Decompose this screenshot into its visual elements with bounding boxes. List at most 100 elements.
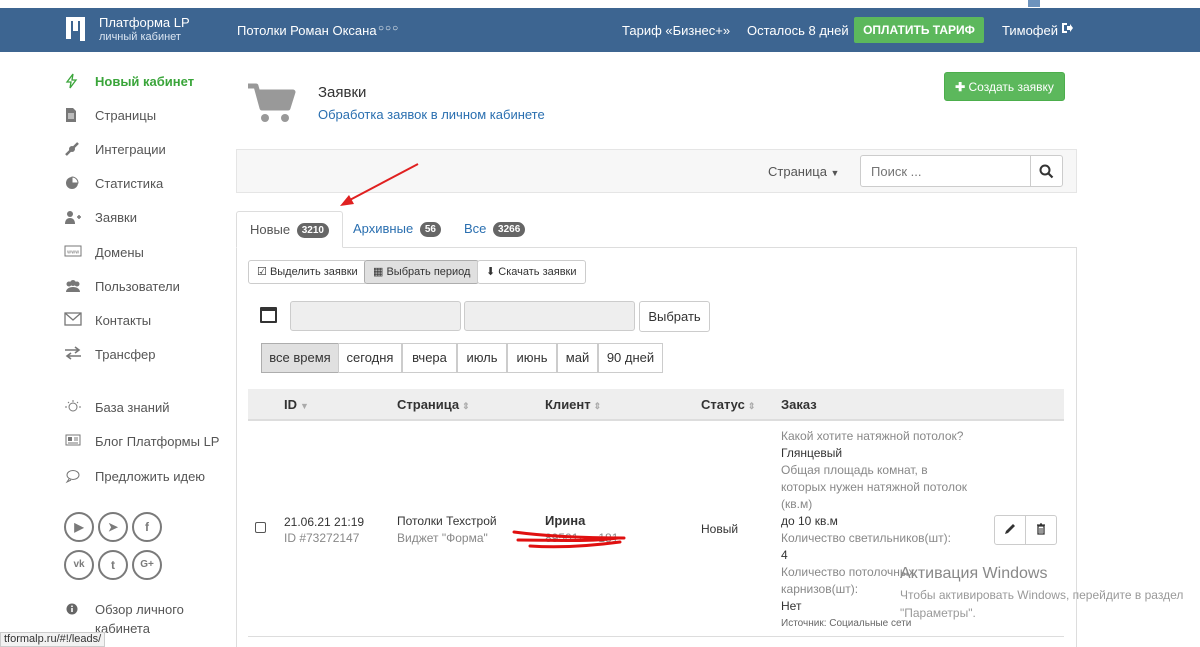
download-icon: ⬇ (486, 266, 496, 278)
user-name[interactable]: Тимофей (1002, 23, 1058, 38)
sidebar-item-label: Домены (95, 244, 144, 260)
select-period-label: Выбрать период (386, 266, 471, 278)
activation-line-2: "Параметры". (900, 606, 976, 620)
calendar-icon: ▦ (373, 266, 384, 278)
page-title: Заявки (318, 84, 367, 101)
search-input[interactable] (860, 155, 1031, 187)
pay-tariff-button[interactable]: ОПЛАТИТЬ ТАРИФ (854, 17, 984, 43)
count-badge: 3210 (296, 223, 329, 238)
select-leads-button[interactable]: ☑ Выделить заявки (248, 260, 367, 284)
create-lead-button[interactable]: ✚ Создать заявку (944, 72, 1065, 101)
date-to-field[interactable] (464, 301, 635, 331)
column-page-label: Страница (397, 397, 460, 412)
sidebar-item-knowledge-base[interactable]: База знаний (64, 397, 170, 417)
sidebar-item-label: Новый кабинет (95, 73, 195, 89)
sidebar-item-suggest-idea[interactable]: Предложить идею (64, 466, 205, 486)
select-period-button[interactable]: ▦ Выбрать период (364, 260, 480, 284)
sidebar-item-contacts[interactable]: Контакты (64, 310, 151, 330)
overview-line-1: Обзор личного (95, 602, 184, 617)
redaction-scribble (512, 530, 626, 549)
transfer-icon (64, 346, 84, 362)
lead-page[interactable]: Потолки Техстрой (397, 513, 497, 529)
sidebar-item-label: База знаний (95, 399, 170, 415)
sidebar-item-domains[interactable]: www Домены (64, 242, 144, 262)
period-may[interactable]: май (557, 343, 598, 373)
count-badge: 56 (419, 222, 441, 237)
period-90-days[interactable]: 90 дней (598, 343, 663, 373)
sidebar-item-users[interactable]: Пользователи (64, 276, 180, 296)
download-leads-button[interactable]: ⬇ Скачать заявки (477, 260, 586, 284)
pencil-icon (1005, 524, 1015, 534)
count-badge: 3266 (493, 222, 526, 237)
youtube-icon[interactable]: ▶ (64, 512, 94, 542)
vk-icon[interactable]: vk (64, 550, 94, 580)
twitter-icon[interactable]: t (98, 550, 128, 580)
www-icon: www (64, 244, 84, 260)
apply-period-button[interactable]: Выбрать (639, 301, 710, 332)
tab-new[interactable]: Новые 3210 (236, 211, 343, 248)
tab-archived[interactable]: Архивные 56 (340, 211, 454, 248)
platforma-logo-icon[interactable] (66, 17, 90, 41)
period-today[interactable]: сегодня (338, 343, 402, 373)
page-subtitle[interactable]: Обработка заявок в личном кабинете (318, 107, 545, 122)
tab-all[interactable]: Все 3266 (451, 211, 538, 248)
order-question: Общая площадь комнат, в которых нужен на… (781, 463, 968, 511)
newspaper-icon (64, 433, 84, 449)
windows-activation-title: Активация Windows (900, 565, 1048, 582)
column-status[interactable]: Статус ⇕ (701, 397, 755, 412)
sidebar-item-blog[interactable]: Блог Платформы LP (64, 431, 219, 451)
sidebar-item-leads[interactable]: Заявки (64, 207, 137, 227)
trash-icon (1037, 523, 1045, 535)
page-filter-dropdown[interactable]: Страница ▼ (768, 164, 839, 179)
period-july[interactable]: июль (457, 343, 507, 373)
order-answer: Глянцевый (781, 446, 843, 460)
tariff-label[interactable]: Тариф «Бизнес+» (622, 23, 730, 38)
sort-icon: ⇕ (462, 401, 470, 411)
column-client[interactable]: Клиент ⇕ (545, 397, 601, 412)
svg-text:www: www (67, 250, 79, 256)
google-plus-icon[interactable]: G+ (132, 550, 162, 580)
tab-label: Все (464, 221, 487, 236)
order-question: Количество светильников(шт): (781, 531, 951, 545)
column-status-label: Статус (701, 397, 745, 412)
lead-status: Новый (701, 522, 739, 536)
period-june[interactable]: июнь (507, 343, 557, 373)
sidebar-item-statistics[interactable]: Статистика (64, 173, 163, 193)
edit-lead-button[interactable] (994, 515, 1026, 545)
sidebar-item-transfer[interactable]: Трансфер (64, 344, 156, 364)
telegram-icon[interactable]: ➤ (98, 512, 128, 542)
caret-down-icon: ▼ (830, 168, 840, 178)
plus-icon: ✚ (955, 80, 969, 94)
logout-icon[interactable] (1061, 22, 1073, 37)
project-name[interactable]: Потолки Роман Оксана (237, 23, 377, 38)
brand[interactable]: Платформа LP личный кабинет (99, 16, 190, 44)
sidebar-item-label: Заявки (95, 209, 137, 225)
more-dots-icon[interactable]: ○○○ (378, 23, 399, 34)
browser-strip (0, 0, 1200, 8)
period-yesterday[interactable]: вчера (402, 343, 457, 373)
row-checkbox[interactable] (255, 522, 266, 533)
users-icon (64, 278, 84, 294)
sidebar-item-pages[interactable]: Страницы (64, 105, 156, 125)
sidebar-item-label: Блог Платформы LP (95, 433, 220, 449)
create-lead-label: Создать заявку (968, 80, 1054, 94)
brand-name: Платформа LP (99, 15, 190, 30)
checkbox-icon: ☑ (257, 266, 267, 278)
search-button[interactable] (1030, 155, 1063, 187)
sidebar-item-label: Страницы (95, 107, 157, 123)
sidebar-item-new-cabinet[interactable]: Новый кабинет (64, 71, 194, 91)
sidebar-item-label: Контакты (95, 312, 152, 328)
facebook-icon[interactable]: f (132, 512, 162, 542)
sidebar-item-label: Статистика (95, 175, 164, 191)
sidebar-item-label: Интеграции (95, 141, 166, 157)
date-from-field[interactable] (290, 301, 461, 331)
period-all-time[interactable]: все время (261, 343, 339, 373)
sidebar-item-integrations[interactable]: Интеграции (64, 139, 166, 159)
file-icon (64, 107, 84, 123)
column-id[interactable]: ID ▼ (284, 397, 309, 412)
delete-lead-button[interactable] (1025, 515, 1057, 545)
activation-line-1: Чтобы активировать Windows, перейдите в … (900, 588, 1184, 602)
lead-date: 21.06.21 21:19 (284, 515, 365, 529)
lead-id[interactable]: ID #73272147 (284, 530, 359, 546)
column-page[interactable]: Страница ⇕ (397, 397, 470, 412)
